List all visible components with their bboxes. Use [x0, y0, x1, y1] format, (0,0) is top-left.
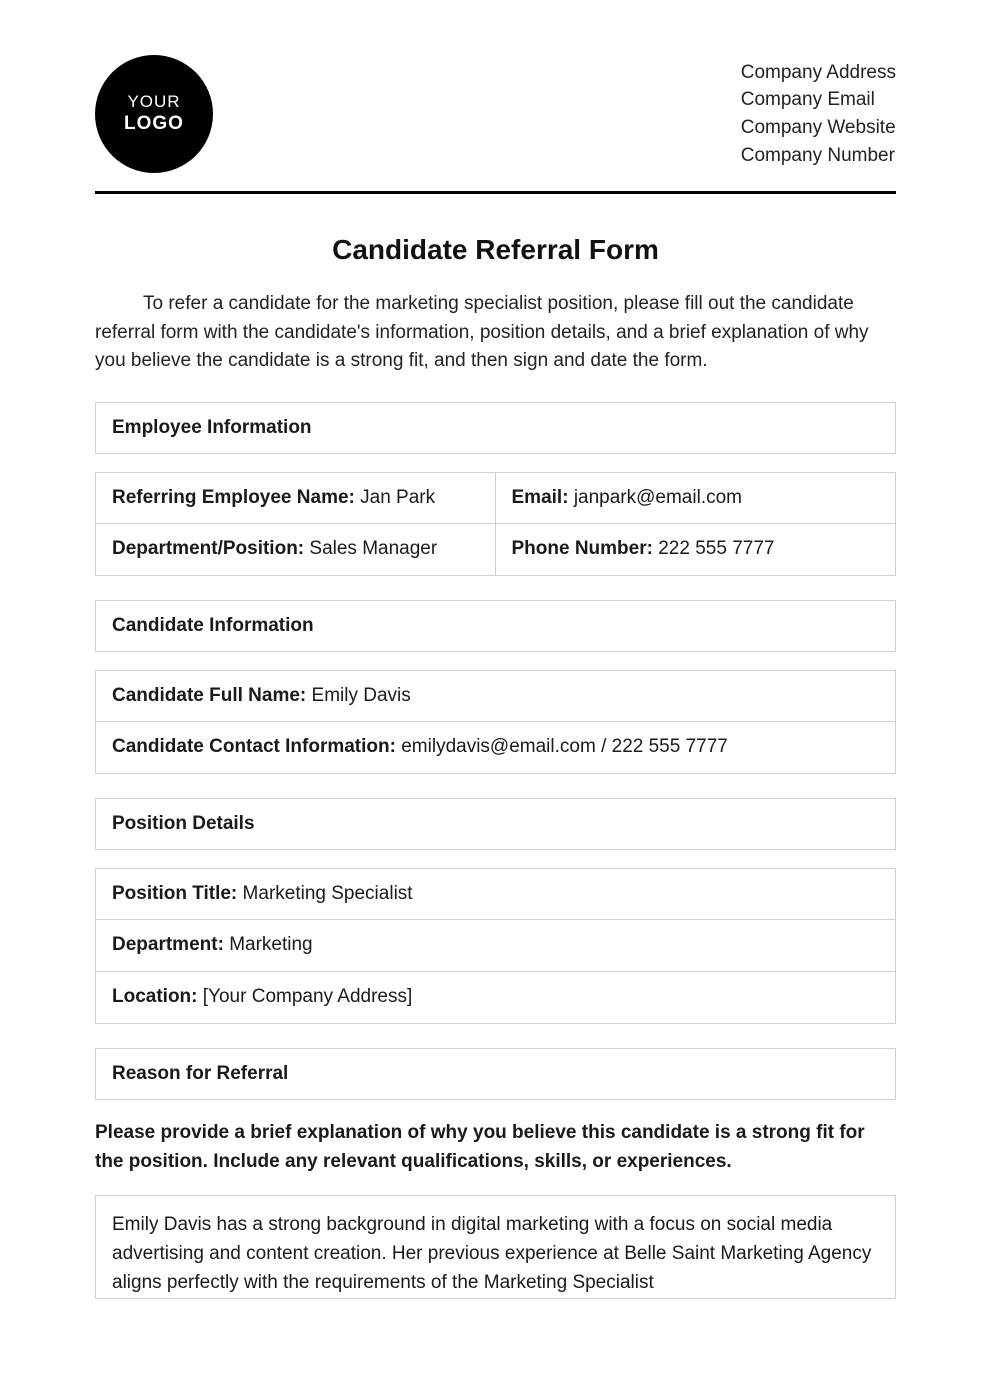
section-heading-employee: Employee Information	[95, 402, 896, 454]
position-dept-value: Marketing	[229, 934, 312, 955]
candidate-contact-field[interactable]: Candidate Contact Information: emilydavi…	[95, 722, 896, 774]
referring-dept-label: Department/Position:	[112, 538, 304, 559]
company-number: Company Number	[741, 142, 896, 170]
referring-name-field[interactable]: Referring Employee Name: Jan Park	[95, 472, 496, 525]
section-heading-position: Position Details	[95, 798, 896, 850]
company-email: Company Email	[741, 86, 896, 114]
candidate-contact-label: Candidate Contact Information:	[112, 736, 396, 757]
reason-text-value: Emily Davis has a strong background in d…	[112, 1214, 871, 1294]
candidate-name-value: Emily Davis	[312, 685, 411, 706]
referring-phone-label: Phone Number:	[512, 538, 653, 559]
candidate-name-field[interactable]: Candidate Full Name: Emily Davis	[95, 670, 896, 723]
position-dept-field[interactable]: Department: Marketing	[95, 920, 896, 972]
referring-phone-value: 222 555 7777	[658, 538, 774, 559]
logo-line2: LOGO	[124, 113, 184, 136]
referring-name-value: Jan Park	[360, 487, 435, 508]
logo-line1: YOUR	[127, 92, 180, 112]
referring-email-label: Email:	[512, 487, 569, 508]
candidate-info-stack: Candidate Full Name: Emily Davis Candida…	[95, 670, 896, 774]
reason-text-field[interactable]: Emily Davis has a strong background in d…	[95, 1195, 896, 1299]
referring-email-value: janpark@email.com	[574, 487, 742, 508]
referring-email-field[interactable]: Email: janpark@email.com	[496, 472, 897, 525]
referring-phone-field[interactable]: Phone Number: 222 555 7777	[496, 524, 897, 576]
company-address: Company Address	[741, 59, 896, 87]
page-title: Candidate Referral Form	[95, 234, 896, 266]
position-title-label: Position Title:	[112, 883, 237, 904]
company-info: Company Address Company Email Company We…	[741, 59, 896, 169]
page: YOUR LOGO Company Address Company Email …	[0, 0, 991, 1299]
position-location-value: [Your Company Address]	[203, 986, 412, 1007]
section-heading-reason: Reason for Referral	[95, 1048, 896, 1100]
position-location-label: Location:	[112, 986, 198, 1007]
intro-paragraph: To refer a candidate for the marketing s…	[95, 290, 896, 376]
position-title-field[interactable]: Position Title: Marketing Specialist	[95, 868, 896, 921]
referring-dept-field[interactable]: Department/Position: Sales Manager	[95, 524, 496, 576]
position-title-value: Marketing Specialist	[243, 883, 413, 904]
employee-info-grid: Referring Employee Name: Jan Park Email:…	[95, 472, 896, 576]
reason-prompt: Please provide a brief explanation of wh…	[95, 1118, 896, 1177]
header: YOUR LOGO Company Address Company Email …	[95, 55, 896, 194]
company-website: Company Website	[741, 114, 896, 142]
logo-placeholder: YOUR LOGO	[95, 55, 213, 173]
referring-dept-value: Sales Manager	[309, 538, 437, 559]
position-dept-label: Department:	[112, 934, 224, 955]
candidate-name-label: Candidate Full Name:	[112, 685, 306, 706]
candidate-contact-value: emilydavis@email.com / 222 555 7777	[401, 736, 728, 757]
position-details-stack: Position Title: Marketing Specialist Dep…	[95, 868, 896, 1024]
referring-name-label: Referring Employee Name:	[112, 487, 355, 508]
section-heading-candidate: Candidate Information	[95, 600, 896, 652]
position-location-field[interactable]: Location: [Your Company Address]	[95, 972, 896, 1024]
